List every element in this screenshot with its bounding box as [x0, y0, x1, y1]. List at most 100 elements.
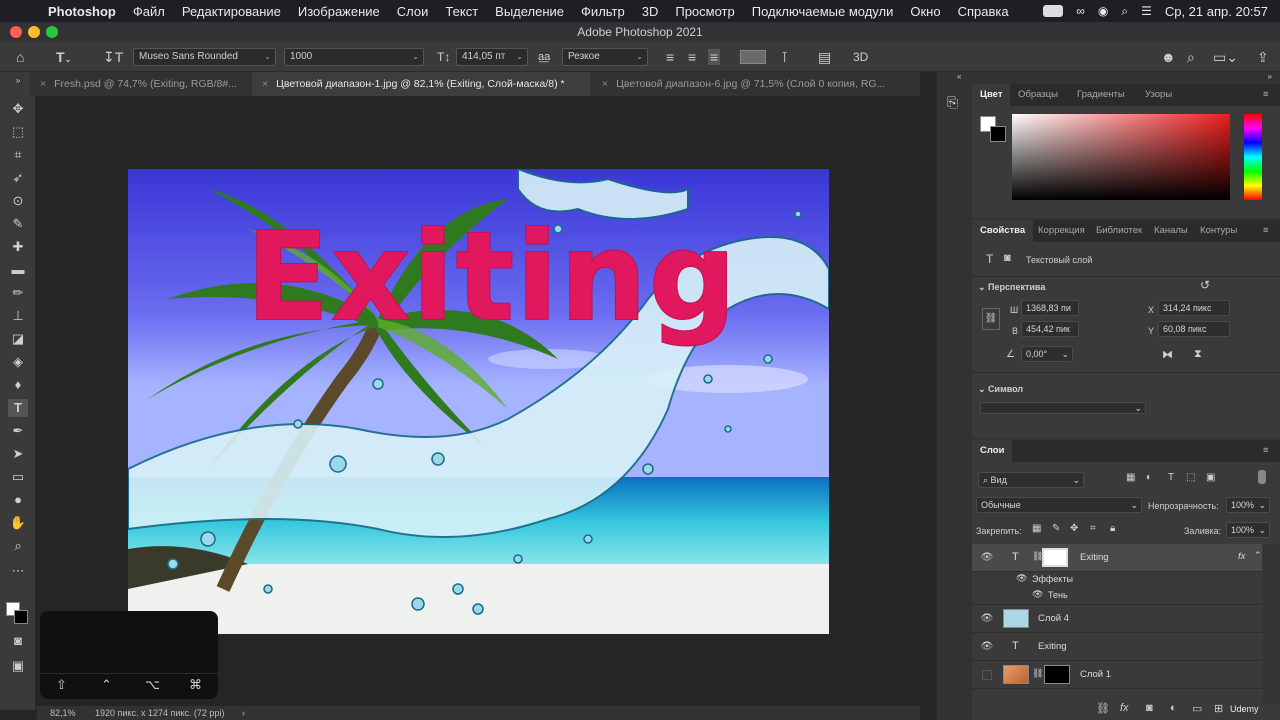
- layer-name[interactable]: Exiting: [1080, 552, 1109, 563]
- fx-icon[interactable]: fx: [1238, 551, 1245, 562]
- filter-adjustment-icon[interactable]: ◐: [1146, 472, 1152, 483]
- menu-help[interactable]: Справка: [958, 4, 1009, 19]
- collapse-right-icon[interactable]: »: [1268, 72, 1272, 81]
- quick-mask-icon[interactable]: ◙: [8, 632, 28, 650]
- lock-all-icon[interactable]: 🔒︎: [1110, 523, 1115, 534]
- tab-layers[interactable]: Слои: [972, 440, 1013, 462]
- close-tab-icon[interactable]: ×: [40, 78, 46, 90]
- tab-adjustments[interactable]: Коррекция: [1038, 220, 1085, 242]
- antialias-select[interactable]: Резкое ⌄: [562, 48, 648, 66]
- link-icon[interactable]: ∞: [1076, 4, 1085, 18]
- menu-plugins[interactable]: Подключаемые модули: [752, 4, 894, 19]
- tab-color-range-6[interactable]: × Цветовой диапазон-6.jpg @ 71,5% (Слой 0…: [592, 72, 920, 96]
- background-color-swatch[interactable]: [14, 610, 28, 624]
- tab-color[interactable]: Цвет: [972, 84, 1011, 106]
- close-tab-icon[interactable]: ×: [602, 78, 608, 90]
- width-field[interactable]: 1368,83 пи: [1021, 300, 1079, 316]
- battery-icon[interactable]: [1043, 5, 1064, 17]
- hue-slider[interactable]: [1244, 114, 1262, 200]
- filter-toggle-icon[interactable]: [1258, 470, 1266, 484]
- close-window-button[interactable]: [10, 26, 22, 38]
- filter-shape-icon[interactable]: ⬚: [1186, 472, 1195, 483]
- filter-type-icon[interactable]: T: [1168, 472, 1174, 483]
- font-family-select[interactable]: Museo Sans Rounded ⌄: [133, 48, 276, 66]
- search-icon[interactable]: ⌕: [1121, 4, 1128, 19]
- paint-bucket-tool-icon[interactable]: ◈: [8, 353, 28, 371]
- align-center-icon[interactable]: ≡: [688, 49, 696, 65]
- menu-filter[interactable]: Фильтр: [581, 4, 625, 19]
- fx-add-icon[interactable]: fx: [1120, 702, 1129, 714]
- filter-pixel-icon[interactable]: ▦: [1126, 472, 1135, 483]
- canvas-text-exiting[interactable]: Exiting: [245, 205, 738, 349]
- layer-name[interactable]: Слой 4: [1038, 613, 1069, 624]
- x-field[interactable]: 314,24 пикс: [1158, 300, 1230, 316]
- layer-row-layer-1[interactable]: ⛓ Слой 1: [972, 661, 1262, 689]
- more-tools-icon[interactable]: ⋯: [8, 562, 28, 580]
- zoom-hand-icon[interactable]: ●: [8, 491, 28, 509]
- share-icon[interactable]: ☻: [1161, 49, 1176, 65]
- search-icon[interactable]: ⌕: [1187, 49, 1195, 65]
- height-field[interactable]: 454,42 пик: [1021, 321, 1079, 337]
- link-dimensions-icon[interactable]: ⛓: [982, 308, 1000, 330]
- brush-tool-icon[interactable]: ✏: [8, 284, 28, 302]
- layer-filter-select[interactable]: ⌕ Вид ⌄: [978, 472, 1084, 488]
- visibility-eye-icon[interactable]: 👁︎: [980, 551, 994, 565]
- tab-gradients[interactable]: Градиенты: [1077, 84, 1125, 106]
- warp-text-icon[interactable]: ⊺: [781, 49, 788, 65]
- transform-section-toggle[interactable]: ⌄ Перспектива: [978, 282, 1045, 293]
- add-mask-icon[interactable]: ◙: [1146, 702, 1153, 714]
- eyedropper-tool-icon[interactable]: ✎: [8, 215, 28, 233]
- symbol-font-field[interactable]: ⌄: [980, 402, 1146, 414]
- zoom-window-button[interactable]: [46, 26, 58, 38]
- menubar-datetime[interactable]: Ср, 21 апр. 20:57: [1165, 4, 1268, 19]
- collapse-panels-icon[interactable]: «: [957, 72, 961, 81]
- ruler-tool-icon[interactable]: ▬: [8, 261, 28, 279]
- move-tool-icon[interactable]: ✥: [8, 100, 28, 118]
- screen-mode-icon[interactable]: ▣: [8, 657, 28, 675]
- adjustment-layer-icon[interactable]: ◐: [1170, 702, 1177, 714]
- menu-app-name[interactable]: Photoshop: [48, 4, 116, 19]
- flip-vertical-icon[interactable]: ⧗: [1194, 348, 1202, 361]
- zoom-level[interactable]: 82,1%: [50, 706, 76, 720]
- tab-color-range-1[interactable]: × Цветовой диапазон-1.jpg @ 82,1% (Exitin…: [252, 72, 590, 96]
- tab-channels[interactable]: Каналы: [1154, 220, 1188, 242]
- menu-type[interactable]: Текст: [445, 4, 478, 19]
- link-layers-icon[interactable]: ⛓: [1096, 702, 1110, 715]
- fill-field[interactable]: 100% ⌄: [1226, 522, 1270, 538]
- quick-select-tool-icon[interactable]: ⊙: [8, 192, 28, 210]
- blur-tool-icon[interactable]: ♦: [8, 376, 28, 394]
- panel-menu-icon[interactable]: ≡: [1263, 440, 1269, 462]
- lock-image-icon[interactable]: ✎: [1052, 523, 1060, 534]
- share-export-icon[interactable]: ⇪: [1257, 49, 1269, 65]
- zoom-tool-icon[interactable]: ⌕: [8, 537, 28, 555]
- pen-tool-icon[interactable]: ✒: [8, 422, 28, 440]
- bg-color-chip[interactable]: [990, 126, 1006, 142]
- eraser-tool-icon[interactable]: ◪: [8, 330, 28, 348]
- healing-brush-tool-icon[interactable]: ✚: [8, 238, 28, 256]
- symbol-section-toggle[interactable]: ⌄ Символ: [978, 384, 1023, 395]
- layer-thumbnail[interactable]: [1003, 665, 1029, 684]
- layer-mask-thumbnail[interactable]: [1044, 665, 1070, 684]
- text-orientation-icon[interactable]: ↧T: [103, 49, 123, 65]
- new-layer-icon[interactable]: ⊞: [1214, 702, 1223, 715]
- menu-window[interactable]: Окно: [910, 4, 940, 19]
- document-info[interactable]: 1920 пикс. x 1274 пикс. (72 ppi): [95, 706, 224, 720]
- expand-effects-icon[interactable]: ⌃: [1254, 550, 1262, 561]
- chevron-right-icon[interactable]: ›: [242, 706, 245, 720]
- link-icon[interactable]: ⛓: [1032, 668, 1043, 679]
- align-left-icon[interactable]: ≡: [666, 49, 674, 65]
- minimize-window-button[interactable]: [28, 26, 40, 38]
- menu-edit[interactable]: Редактирование: [182, 4, 281, 19]
- menu-file[interactable]: Файл: [133, 4, 165, 19]
- layer-name[interactable]: Слой 1: [1080, 669, 1111, 680]
- tab-fresh[interactable]: × Fresh.psd @ 74,7% (Exiting, RGB/8#...: [30, 72, 250, 96]
- layer-thumbnail[interactable]: [1003, 609, 1029, 628]
- marquee-tool-icon[interactable]: ⬚: [8, 123, 28, 141]
- blend-mode-select[interactable]: Обычные ⌄: [976, 497, 1142, 513]
- path-select-tool-icon[interactable]: ➤: [8, 445, 28, 463]
- menu-3d[interactable]: 3D: [642, 4, 659, 19]
- angle-field[interactable]: 0,00° ⌄: [1021, 346, 1073, 362]
- tab-libraries[interactable]: Библиотек: [1096, 220, 1142, 242]
- 3d-button[interactable]: 3D: [853, 49, 868, 65]
- crop-tool-icon[interactable]: ⌗: [8, 146, 28, 164]
